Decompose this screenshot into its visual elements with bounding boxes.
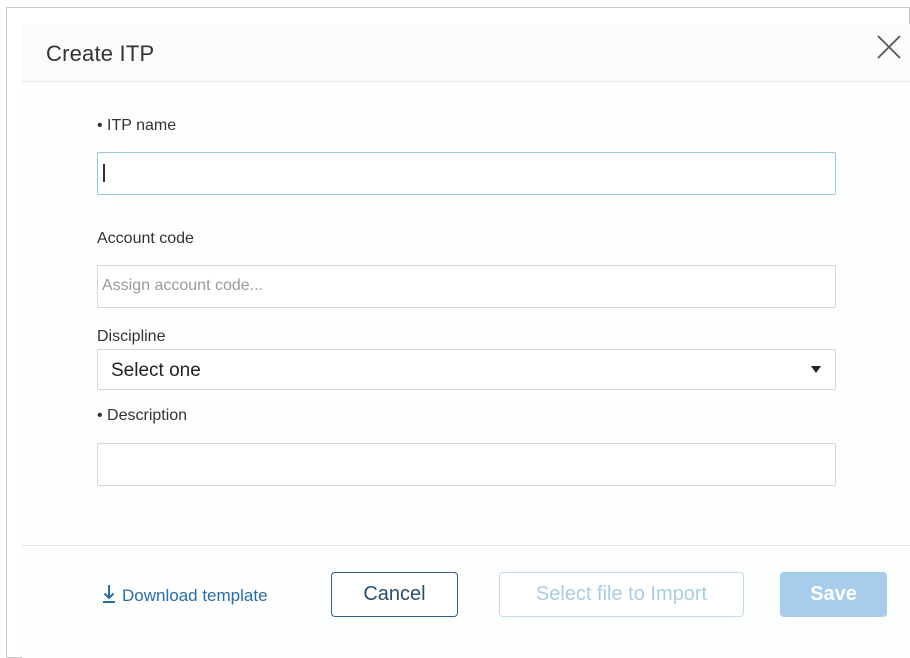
itp-name-label: • ITP name	[97, 117, 177, 134]
discipline-label: Discipline	[97, 328, 166, 345]
download-icon	[102, 584, 116, 609]
discipline-select[interactable]: Select one	[97, 349, 836, 390]
dialog-title: Create ITP	[46, 41, 155, 66]
footer-divider	[22, 545, 910, 546]
discipline-selected-value: Select one	[111, 360, 201, 381]
dialog-header: Create ITP	[22, 24, 910, 82]
close-icon[interactable]	[876, 34, 902, 60]
caret-down-icon	[811, 366, 821, 373]
itp-name-input[interactable]	[97, 152, 836, 195]
save-button[interactable]: Save	[780, 572, 887, 617]
text-cursor	[103, 164, 105, 182]
create-itp-dialog: Create ITP • ITP name Account code Assig…	[22, 24, 910, 658]
account-code-label: Account code	[97, 230, 194, 247]
download-template-label: Download template	[122, 586, 268, 605]
select-file-to-import-button[interactable]: Select file to Import	[499, 572, 744, 617]
description-input[interactable]	[97, 443, 836, 486]
cancel-button[interactable]: Cancel	[331, 572, 458, 617]
download-template-link[interactable]: Download template	[102, 581, 268, 611]
account-code-input[interactable]: Assign account code...	[97, 265, 836, 308]
account-code-placeholder: Assign account code...	[102, 277, 263, 294]
description-label: • Description	[97, 407, 188, 424]
